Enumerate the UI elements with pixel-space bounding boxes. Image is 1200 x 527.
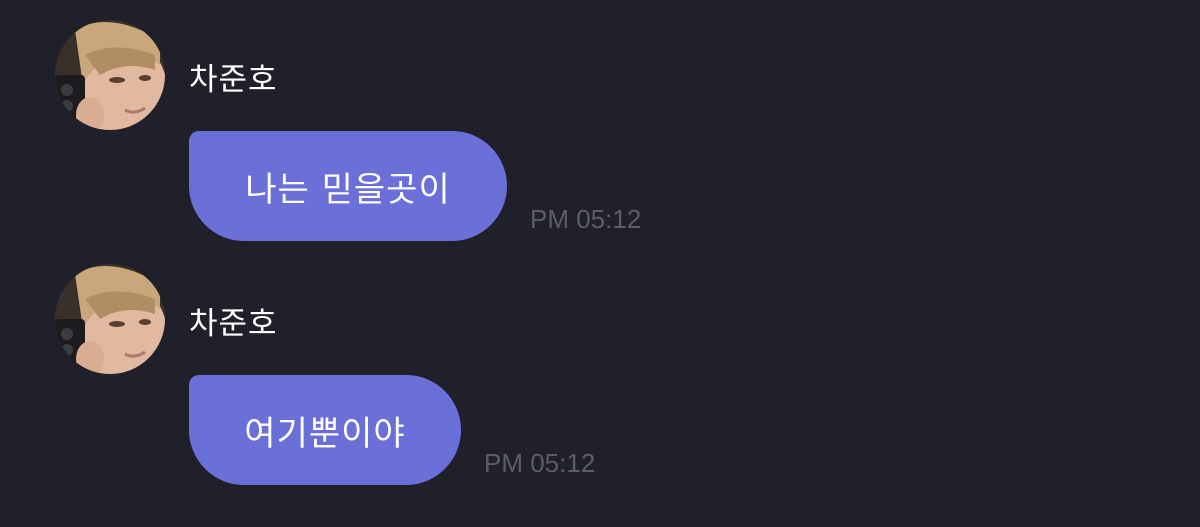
avatar[interactable] [55,20,165,130]
message-timestamp: PM 05:12 [530,204,642,234]
avatar[interactable] [55,264,165,374]
message-timestamp: PM 05:12 [484,448,596,478]
message-text: 나는 믿을곳이 [245,169,451,210]
message-bubble[interactable]: 나는 믿을곳이 [189,131,507,241]
message-text: 여기뿐이야 [244,413,406,454]
chat-thread: 차준호 나는 믿을곳이 PM 05:12 차준호 여기뿐이야 PM 05:12 [0,0,1200,527]
message-bubble[interactable]: 여기뿐이야 [189,375,461,485]
sender-name: 차준호 [189,62,278,98]
sender-name: 차준호 [189,306,278,342]
